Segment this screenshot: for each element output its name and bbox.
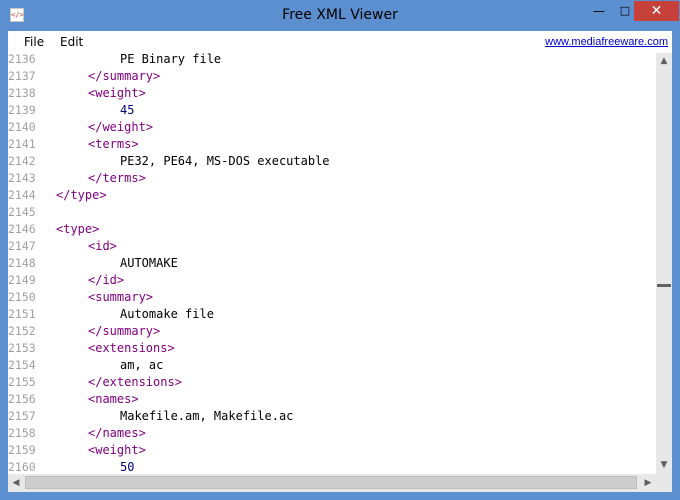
menu-edit[interactable]: Edit: [60, 35, 83, 49]
code-line: 2147 <id>: [8, 238, 656, 255]
website-link[interactable]: www.mediafreeware.com: [545, 36, 668, 48]
line-number: 2160: [8, 460, 36, 474]
line-number: 2146: [8, 222, 36, 236]
xml-tag: <weight>: [88, 443, 146, 457]
client-area: File Edit www.mediafreeware.com 2136 PE B…: [8, 31, 672, 492]
xml-text: am, ac: [120, 358, 164, 372]
xml-text: 45: [120, 103, 135, 117]
line-number: 2156: [8, 392, 36, 406]
code-line: 2143 </terms>: [8, 170, 656, 187]
scroll-right-arrow-icon[interactable]: ▶: [640, 475, 656, 492]
code-line: 2152 </summary>: [8, 323, 656, 340]
xml-tag: </id>: [88, 273, 125, 287]
line-number: 2139: [8, 103, 36, 117]
code-line: 2159 <weight>: [8, 442, 656, 459]
xml-tag: </extensions>: [88, 375, 182, 389]
line-number: 2142: [8, 154, 36, 168]
xml-text: Automake file: [120, 307, 214, 321]
menu-file[interactable]: File: [24, 35, 44, 49]
line-number: 2153: [8, 341, 36, 355]
line-number: 2154: [8, 358, 36, 372]
line-number: 2155: [8, 375, 36, 389]
line-number: 2147: [8, 239, 36, 253]
vertical-scrollbar[interactable]: ▲ ▼: [656, 53, 672, 474]
window-title: Free XML Viewer: [282, 7, 398, 23]
scroll-up-arrow-icon[interactable]: ▲: [656, 53, 672, 70]
line-number: 2158: [8, 426, 36, 440]
xml-tag: <type>: [56, 222, 100, 236]
code-line: 2153 <extensions>: [8, 340, 656, 357]
code-line: 2139 45: [8, 102, 656, 119]
line-number: 2144: [8, 188, 36, 202]
scrollbar-corner: [656, 474, 672, 492]
xml-tag: </summary>: [88, 69, 161, 83]
line-number: 2151: [8, 307, 36, 321]
code-line: 2151 Automake file: [8, 306, 656, 323]
xml-tag: <weight>: [88, 86, 146, 100]
code-line: 2144 </type>: [8, 187, 656, 204]
line-number: 2145: [8, 205, 36, 219]
xml-tag: </names>: [88, 426, 146, 440]
xml-text: Makefile.am, Makefile.ac: [120, 409, 294, 423]
code-line: 2158 </names>: [8, 425, 656, 442]
minimize-button[interactable]: —: [586, 1, 612, 21]
app-window: </> Free XML Viewer — □ ✕ File Edit www.…: [0, 0, 680, 500]
line-number: 2150: [8, 290, 36, 304]
line-number: 2159: [8, 443, 36, 457]
line-number: 2138: [8, 86, 36, 100]
horizontal-scrollbar[interactable]: ◀ ▶: [8, 474, 656, 492]
line-number: 2148: [8, 256, 36, 270]
xml-tag: </type>: [56, 188, 107, 202]
xml-tag: <names>: [88, 392, 139, 406]
vertical-scroll-thumb[interactable]: [657, 284, 671, 287]
title-bar[interactable]: </> Free XML Viewer — □ ✕: [0, 0, 680, 31]
line-number: 2140: [8, 120, 36, 134]
xml-tag: <terms>: [88, 137, 139, 151]
line-number: 2157: [8, 409, 36, 423]
line-number: 2137: [8, 69, 36, 83]
close-button[interactable]: ✕: [634, 1, 679, 21]
xml-tag: </weight>: [88, 120, 154, 134]
code-line: 2140 </weight>: [8, 119, 656, 136]
xml-tag: <extensions>: [88, 341, 175, 355]
xml-tag: <summary>: [88, 290, 154, 304]
xml-text: PE Binary file: [120, 53, 222, 66]
code-line: 2136 PE Binary file: [8, 53, 656, 68]
code-line: 2155 </extensions>: [8, 374, 656, 391]
code-line: 2148 AUTOMAKE: [8, 255, 656, 272]
code-line: 2137 </summary>: [8, 68, 656, 85]
code-line: 2142 PE32, PE64, MS-DOS executable: [8, 153, 656, 170]
xml-tag: </summary>: [88, 324, 161, 338]
xml-text: 50: [120, 460, 135, 474]
xml-editor[interactable]: 2136 PE Binary file 2137 </summary> 2138 <wei…: [8, 53, 656, 474]
code-line: 2154 am, ac: [8, 357, 656, 374]
xml-tag: <id>: [88, 239, 117, 253]
xml-tag: </terms>: [88, 171, 146, 185]
line-number: 2149: [8, 273, 36, 287]
code-line: 2157 Makefile.am, Makefile.ac: [8, 408, 656, 425]
code-line: 2141 <terms>: [8, 136, 656, 153]
xml-text: PE32, PE64, MS-DOS executable: [120, 154, 330, 168]
line-number: 2143: [8, 171, 36, 185]
line-number: 2152: [8, 324, 36, 338]
code-line: 2149 </id>: [8, 272, 656, 289]
code-line: 2138 <weight>: [8, 85, 656, 102]
code-line: 2146 <type>: [8, 221, 656, 238]
horizontal-scroll-thumb[interactable]: [25, 476, 637, 489]
scroll-left-arrow-icon[interactable]: ◀: [8, 475, 24, 492]
code-line: 2156 <names>: [8, 391, 656, 408]
code-line: 2160 50: [8, 459, 656, 474]
code-line: 2145: [8, 204, 656, 221]
code-line: 2150 <summary>: [8, 289, 656, 306]
scroll-down-arrow-icon[interactable]: ▼: [656, 457, 672, 474]
line-number: 2136: [8, 53, 36, 66]
xml-text: AUTOMAKE: [120, 256, 178, 270]
menu-bar: File Edit www.mediafreeware.com: [8, 31, 672, 53]
line-number: 2141: [8, 137, 36, 151]
